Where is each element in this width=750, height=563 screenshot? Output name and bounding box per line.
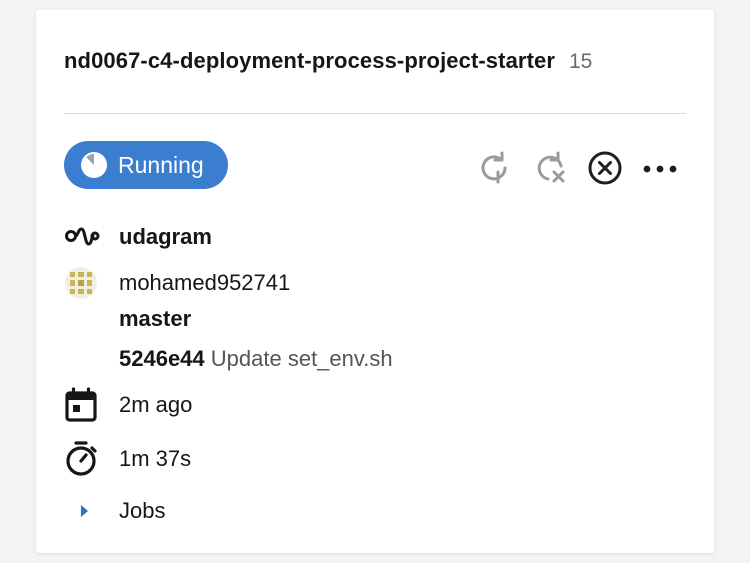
header-divider <box>64 113 686 114</box>
commit-sha[interactable]: 5246e44 <box>119 346 205 371</box>
duration-time: 1m 37s <box>119 446 192 471</box>
branch-link[interactable]: master <box>119 306 191 332</box>
caret-right-icon <box>64 491 104 531</box>
pipeline-header: nd0067-c4-deployment-process-project-sta… <box>64 48 592 74</box>
commit-info: 5246e44 Update set_env.sh <box>119 346 393 372</box>
jobs-toggle[interactable]: Jobs <box>64 491 165 531</box>
commit-message: Update set_env.sh <box>210 346 393 371</box>
status-label: Running <box>118 151 204 178</box>
started-time: 2m ago <box>119 392 193 417</box>
cancel-button[interactable] <box>585 150 625 190</box>
more-button[interactable] <box>640 150 680 190</box>
calendar-icon <box>64 385 104 425</box>
jobs-link[interactable]: Jobs <box>119 498 165 524</box>
pipeline-actions <box>474 150 680 190</box>
user-name: mohamed952741 <box>119 270 291 295</box>
stopwatch-icon <box>64 439 104 479</box>
rerun-failed-icon <box>532 150 568 191</box>
workflow-icon <box>64 217 104 257</box>
avatar <box>64 263 104 303</box>
workflow-row: udagram <box>64 217 212 257</box>
user-row: mohamed952741 <box>64 263 290 303</box>
rerun-button[interactable] <box>474 150 514 190</box>
pipeline-number: 15 <box>569 50 593 73</box>
rerun-icon <box>476 150 512 191</box>
status-badge: Running <box>64 141 228 189</box>
duration-row: 1m 37s <box>64 439 191 479</box>
pipeline-card: nd0067-c4-deployment-process-project-sta… <box>36 10 714 553</box>
workflow-link[interactable]: udagram <box>119 224 212 250</box>
more-icon <box>642 161 678 179</box>
rerun-failed-button[interactable] <box>530 150 570 190</box>
cancel-icon <box>586 149 624 192</box>
started-row: 2m ago <box>64 385 192 425</box>
commit-row: 5246e44 Update set_env.sh <box>64 339 393 379</box>
branch-row: master <box>64 299 191 339</box>
pipeline-name[interactable]: nd0067-c4-deployment-process-project-sta… <box>64 48 555 74</box>
running-status-icon <box>80 151 108 179</box>
